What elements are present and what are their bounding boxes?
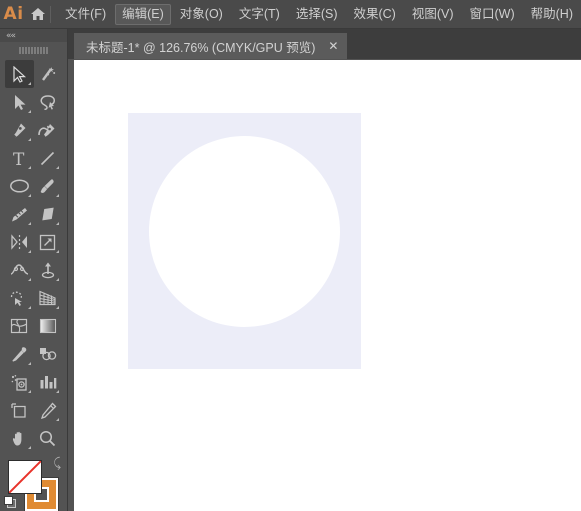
circle-shape[interactable] xyxy=(149,136,340,327)
magic-wand-tool[interactable] xyxy=(34,60,63,88)
panel-drag-handle[interactable] xyxy=(0,42,67,58)
tool-corner-indicator xyxy=(27,194,31,197)
menu-help[interactable]: 帮助(H) xyxy=(524,4,580,25)
tool-corner-indicator xyxy=(56,194,59,197)
default-fill-icon xyxy=(4,496,13,505)
menu-select[interactable]: 选择(S) xyxy=(289,4,345,25)
none-slash-icon xyxy=(9,461,41,493)
tool-corner-indicator xyxy=(56,278,59,281)
ellipse-tool[interactable] xyxy=(5,172,34,200)
close-icon[interactable]: ✕ xyxy=(328,40,338,52)
tool-corner-indicator xyxy=(56,166,59,169)
menu-type[interactable]: 文字(T) xyxy=(232,4,287,25)
double-chevron-left-icon: «« xyxy=(6,30,16,41)
menu-bar: Ai 文件(F) 编辑(E) 对象(O) 文字(T) 选择(S) 效果(C) 视… xyxy=(0,0,581,29)
tool-corner-indicator xyxy=(27,362,31,365)
tool-grid: T xyxy=(0,58,67,452)
paintbrush-tool[interactable] xyxy=(34,172,63,200)
grip-dots-icon xyxy=(19,46,48,54)
tool-corner-indicator xyxy=(56,306,59,309)
illustrator-window: Ai 文件(F) 编辑(E) 对象(O) 文字(T) 选择(S) 效果(C) 视… xyxy=(0,0,581,511)
fill-stroke-controls: ⤹ xyxy=(0,456,67,511)
tool-corner-indicator xyxy=(27,250,31,253)
line-segment-tool[interactable] xyxy=(34,144,63,172)
curvature-tool[interactable] xyxy=(34,116,63,144)
menu-object[interactable]: 对象(O) xyxy=(173,4,230,25)
tool-corner-indicator xyxy=(27,166,31,169)
tool-corner-indicator xyxy=(56,418,59,421)
column-graph-tool[interactable] xyxy=(34,368,63,396)
home-icon[interactable] xyxy=(27,7,48,21)
tool-corner-indicator xyxy=(27,82,31,85)
artboard-tool[interactable] xyxy=(5,396,34,424)
type-tool[interactable]: T xyxy=(5,144,34,172)
document-canvas[interactable] xyxy=(74,60,581,511)
menu-effect[interactable]: 效果(C) xyxy=(346,4,402,25)
menu-separator xyxy=(50,5,52,23)
tool-corner-indicator xyxy=(27,306,31,309)
scale-tool[interactable] xyxy=(34,228,63,256)
lasso-tool[interactable] xyxy=(34,88,63,116)
blend-tool[interactable] xyxy=(34,340,63,368)
default-fill-stroke-button[interactable] xyxy=(4,496,17,509)
selection-tool[interactable] xyxy=(5,60,34,88)
shape-builder-tool[interactable] xyxy=(5,284,34,312)
eyedropper-tool[interactable] xyxy=(5,340,34,368)
artboard-rectangle[interactable] xyxy=(128,113,361,369)
tool-corner-indicator xyxy=(56,222,59,225)
menu-view[interactable]: 视图(V) xyxy=(405,4,461,25)
tool-corner-indicator xyxy=(27,138,31,141)
document-tab-title: 未标题-1* @ 126.76% (CMYK/GPU 预览) xyxy=(86,40,316,55)
tool-corner-indicator xyxy=(27,222,31,225)
tool-corner-indicator xyxy=(27,110,31,113)
fill-swatch[interactable] xyxy=(8,460,42,494)
tool-corner-indicator xyxy=(27,278,31,281)
eraser-tool[interactable] xyxy=(34,200,63,228)
ai-logo-icon: Ai xyxy=(3,4,24,24)
free-transform-tool[interactable] xyxy=(34,256,63,284)
document-tab-bar: 未标题-1* @ 126.76% (CMYK/GPU 预览) ✕ xyxy=(68,29,581,59)
pen-tool[interactable] xyxy=(5,116,34,144)
menu-file[interactable]: 文件(F) xyxy=(58,4,113,25)
swap-fill-stroke-icon[interactable]: ⤹ xyxy=(53,456,61,471)
zoom-tool[interactable] xyxy=(34,424,63,452)
slice-tool[interactable] xyxy=(34,396,63,424)
mesh-tool[interactable] xyxy=(5,312,34,340)
width-warp-tool[interactable] xyxy=(5,256,34,284)
shaper-pencil-tool[interactable] xyxy=(5,200,34,228)
tool-corner-indicator xyxy=(56,390,59,393)
perspective-grid-tool[interactable] xyxy=(34,284,63,312)
tool-corner-indicator xyxy=(56,250,59,253)
direct-selection-tool[interactable] xyxy=(5,88,34,116)
menu-window[interactable]: 窗口(W) xyxy=(463,4,522,25)
symbol-sprayer-tool[interactable] xyxy=(5,368,34,396)
gradient-tool[interactable] xyxy=(34,312,63,340)
hand-tool[interactable] xyxy=(5,424,34,452)
document-tab[interactable]: 未标题-1* @ 126.76% (CMYK/GPU 预览) ✕ xyxy=(74,33,348,59)
tool-corner-indicator xyxy=(27,390,31,393)
svg-text:T: T xyxy=(13,150,25,167)
menu-edit[interactable]: 编辑(E) xyxy=(115,3,171,25)
tool-corner-indicator xyxy=(27,446,31,449)
tools-panel: «« T ⤹ xyxy=(0,29,68,511)
collapse-panel-button[interactable]: «« xyxy=(0,29,67,42)
rotate-reflect-tool[interactable] xyxy=(5,228,34,256)
